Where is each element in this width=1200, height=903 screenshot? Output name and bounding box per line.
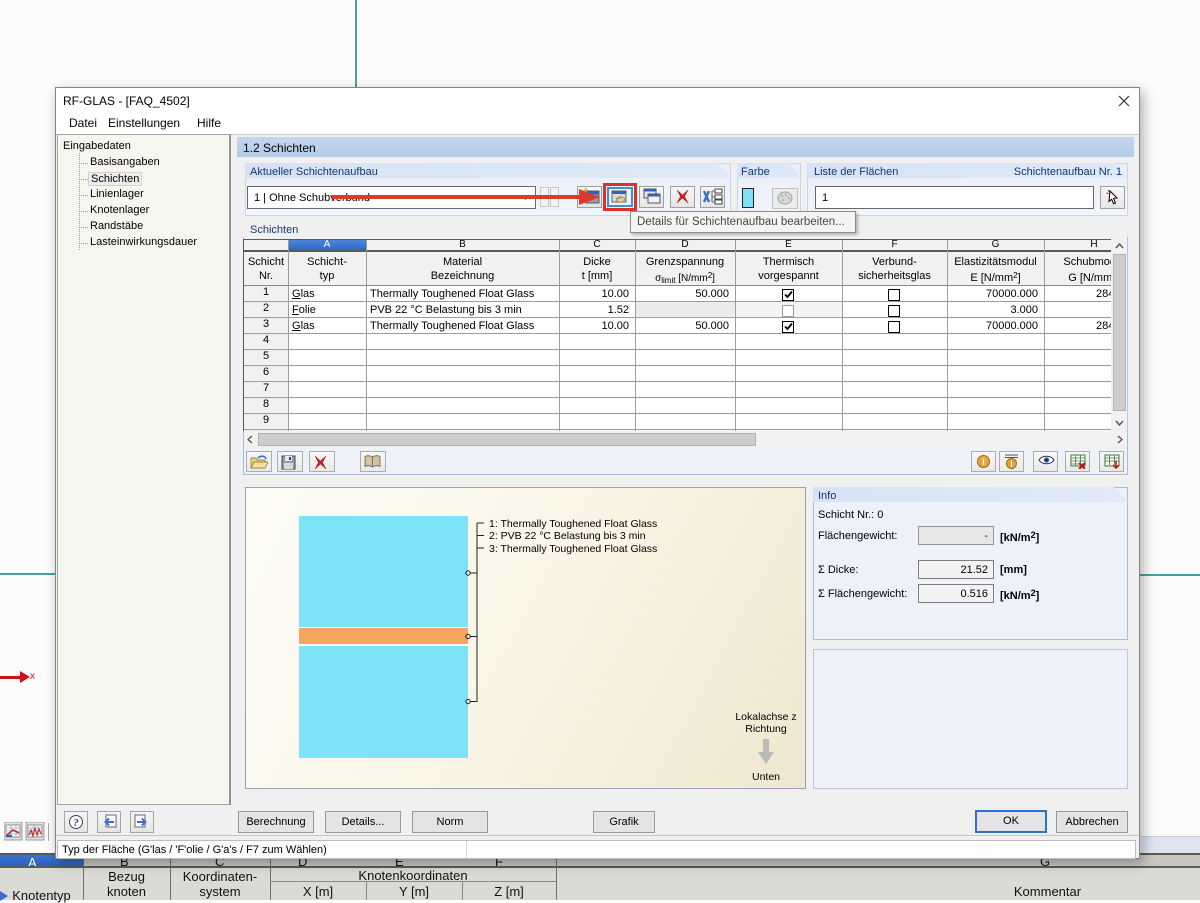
svg-text:i: i [1010, 460, 1012, 469]
svg-text:i: i [982, 457, 985, 467]
svg-text:?: ? [73, 817, 79, 829]
